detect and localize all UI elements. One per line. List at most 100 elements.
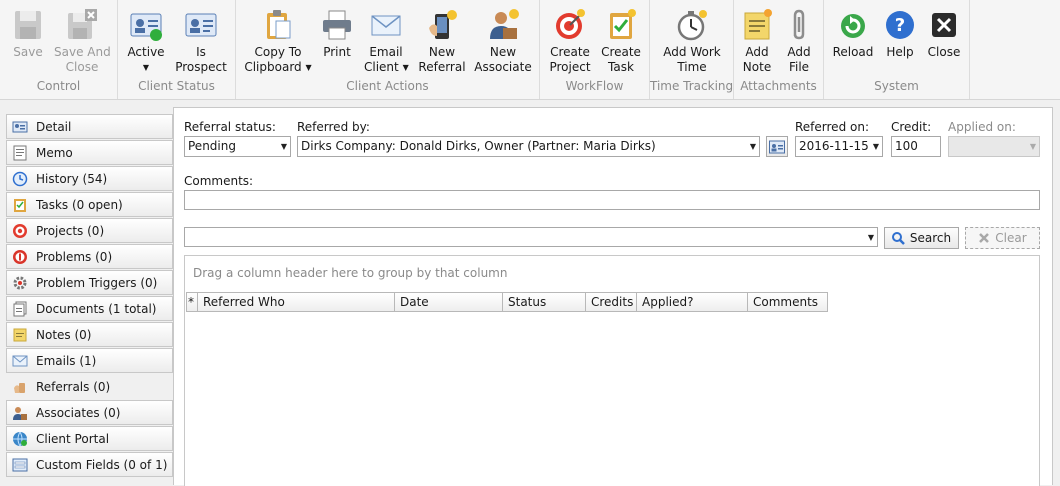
id-card-active-icon (130, 13, 162, 41)
add-file-button[interactable]: Add File (782, 8, 816, 75)
copy-to-clipboard-button[interactable]: Copy To Clipboard ▼ (244, 8, 312, 76)
new-associate-label: New Associate (474, 45, 532, 74)
nav-item-emails[interactable]: Emails (1) (6, 348, 173, 373)
contact-card-icon (769, 140, 785, 153)
target-icon (556, 9, 585, 39)
referrals-grid: Drag a column header here to group by th… (184, 255, 1040, 486)
is-prospect-label: Is Prospect (175, 45, 227, 74)
stopwatch-icon (677, 10, 707, 41)
credit-input[interactable]: 100 (891, 136, 941, 157)
active-status-button[interactable]: Active ▼ (126, 8, 166, 76)
new-referral-button[interactable]: New Referral (418, 8, 466, 75)
nav-item-problems[interactable]: Problems (0) (6, 244, 173, 269)
custom-fields-icon (12, 458, 28, 471)
new-associate-button[interactable]: New Associate (474, 8, 532, 75)
chevron-down-icon: ▼ (280, 142, 287, 151)
applied-on-date-picker[interactable]: ▼ (948, 136, 1040, 157)
ribbon-group-workflow: Create Project Create Task WorkFlow (540, 0, 650, 99)
reload-button[interactable]: Reload (832, 8, 874, 60)
detail-icon (12, 121, 28, 132)
save-and-close-button[interactable]: Save And Close (54, 8, 111, 75)
active-dropdown-caret[interactable]: ▼ (143, 60, 149, 75)
nav-item-problem-triggers[interactable]: Problem Triggers (0) (6, 270, 173, 295)
nav-item-documents[interactable]: Documents (1 total) (6, 296, 173, 321)
nav-item-label: Custom Fields (0 of 1) (36, 457, 168, 472)
nav-item-referrals[interactable]: Referrals (0) (6, 374, 174, 399)
associates-icon (13, 406, 27, 420)
save-button[interactable]: Save (10, 8, 46, 60)
credit-value: 100 (895, 139, 918, 153)
group-by-panel[interactable]: Drag a column header here to group by th… (185, 256, 1039, 290)
nav-item-tasks[interactable]: Tasks (0 open) (6, 192, 173, 217)
add-work-time-button[interactable]: Add Work Time (660, 8, 724, 75)
column-header-status[interactable]: Status (503, 293, 586, 311)
clear-label: Clear (995, 231, 1027, 245)
nav-item-client-portal[interactable]: Client Portal (6, 426, 173, 451)
nav-item-custom-fields[interactable]: Custom Fields (0 of 1) (6, 452, 173, 477)
nav-item-label: Client Portal (36, 431, 110, 446)
problem-triggers-icon (13, 276, 27, 289)
create-project-button[interactable]: Create Project (548, 8, 592, 75)
chevron-down-icon: ▼ (749, 142, 756, 151)
referral-status-select[interactable]: Pending ▼ (184, 136, 291, 157)
new-row-marker[interactable]: * (187, 293, 198, 311)
ribbon-group-client-status: Active ▼ Is Prospect Client Status (118, 0, 236, 99)
referred-on-date-picker[interactable]: 2016-11-15 ▼ (795, 136, 883, 157)
reload-icon (841, 14, 865, 38)
search-button[interactable]: Search (884, 227, 959, 249)
print-button[interactable]: Print (318, 8, 356, 60)
add-note-button[interactable]: Add Note (740, 8, 774, 75)
column-header-referred-who[interactable]: Referred Who (198, 293, 395, 311)
printer-icon (323, 10, 351, 40)
ribbon-group-label: System (874, 79, 919, 93)
help-button[interactable]: ? Help (882, 8, 918, 60)
close-button[interactable]: Close (924, 8, 964, 60)
create-task-label: Create Task (601, 45, 641, 74)
clear-x-icon (979, 233, 990, 243)
nav-item-history[interactable]: History (54) (6, 166, 173, 191)
nav-item-associates[interactable]: Associates (0) (6, 400, 173, 425)
ribbon-group-label: Control (36, 79, 81, 93)
nav-item-label: Detail (36, 119, 72, 134)
referrals-panel: Referral status: Referred by: Referred o… (173, 107, 1053, 486)
nav-item-memo[interactable]: Memo (6, 140, 173, 165)
email-client-label: Email Client ▼ (364, 45, 409, 75)
close-label: Close (927, 45, 961, 59)
associate-person-icon (490, 9, 519, 39)
memo-icon (13, 145, 27, 160)
nav-item-label: Projects (0) (36, 223, 105, 238)
documents-icon (13, 301, 27, 316)
email-client-button[interactable]: Email Client ▼ (364, 8, 409, 76)
ribbon-group-label: Client Status (138, 79, 215, 93)
nav-item-notes[interactable]: Notes (0) (6, 322, 173, 347)
referred-on-value: 2016-11-15 (799, 139, 869, 153)
comments-label: Comments: (184, 174, 254, 188)
save-disk-icon (15, 11, 41, 39)
referred-by-select[interactable]: Dirks Company: Donald Dirks, Owner (Part… (297, 136, 760, 157)
nav-item-label: History (54) (36, 171, 108, 186)
client-portal-icon (13, 431, 27, 447)
open-contact-card-button[interactable] (766, 136, 788, 157)
column-header-comments[interactable]: Comments (748, 293, 827, 311)
is-prospect-button[interactable]: Is Prospect (174, 8, 228, 75)
ribbon-group-label: Time Tracking (650, 79, 734, 93)
history-icon (12, 171, 28, 186)
create-task-button[interactable]: Create Task (600, 8, 642, 75)
nav-item-detail[interactable]: Detail (6, 114, 173, 139)
ribbon-group-label: Client Actions (346, 79, 429, 93)
copy-dropdown-caret[interactable]: ▼ (306, 60, 312, 75)
help-question-icon: ? (886, 11, 914, 39)
column-header-date[interactable]: Date (395, 293, 503, 311)
id-card-prospect-icon (185, 13, 217, 37)
chevron-down-icon: ▼ (867, 233, 874, 242)
email-dropdown-caret[interactable]: ▼ (403, 60, 409, 75)
column-header-applied[interactable]: Applied? (637, 293, 748, 311)
sticky-note-icon (744, 9, 772, 40)
column-header-credits[interactable]: Credits (586, 293, 637, 311)
referral-filter-select[interactable]: ▼ (184, 227, 878, 247)
nav-item-projects[interactable]: Projects (0) (6, 218, 173, 243)
help-label: Help (886, 45, 914, 59)
comments-input[interactable] (184, 190, 1040, 210)
clear-button[interactable]: Clear (965, 227, 1040, 249)
ribbon-group-label: WorkFlow (565, 79, 624, 93)
